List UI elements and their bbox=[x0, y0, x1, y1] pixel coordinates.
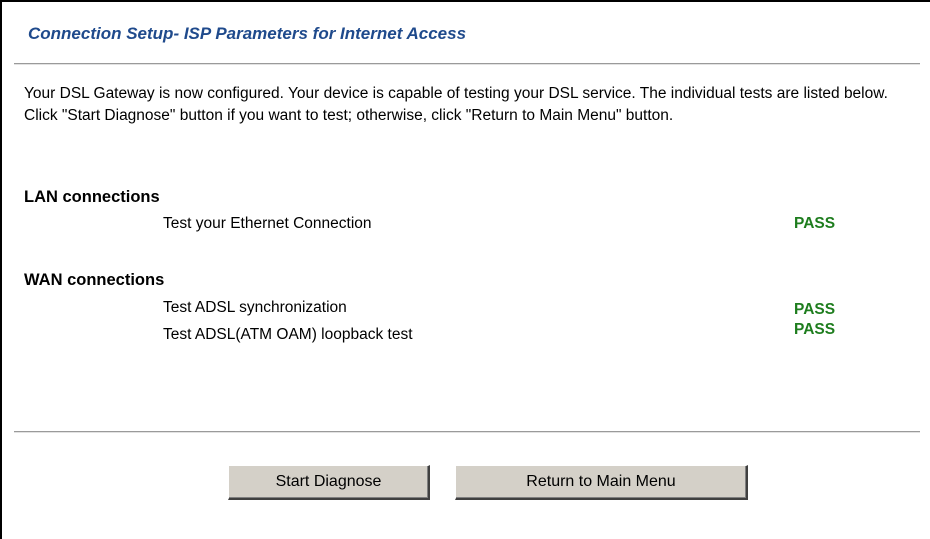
return-to-main-menu-button[interactable]: Return to Main Menu bbox=[455, 465, 748, 500]
wan-test-loopback-result: PASS bbox=[794, 321, 836, 338]
window-top-border bbox=[0, 0, 930, 2]
title-divider bbox=[14, 63, 920, 65]
wan-connections-heading: WAN connections bbox=[24, 271, 165, 289]
intro-text: Your DSL Gateway is now configured. Your… bbox=[24, 85, 888, 124]
lan-test-ethernet-result: PASS bbox=[794, 215, 836, 232]
page-title: Connection Setup- ISP Parameters for Int… bbox=[28, 24, 467, 43]
footer-divider bbox=[14, 431, 920, 433]
start-diagnose-button[interactable]: Start Diagnose bbox=[228, 465, 430, 500]
lan-connections-heading: LAN connections bbox=[24, 188, 160, 206]
window-left-border bbox=[0, 0, 2, 539]
wan-test-loopback-label: Test ADSL(ATM OAM) loopback test bbox=[163, 326, 413, 343]
wan-test-adsl-sync-label: Test ADSL synchronization bbox=[163, 299, 347, 316]
lan-test-ethernet-label: Test your Ethernet Connection bbox=[163, 215, 372, 232]
wan-test-adsl-sync-result: PASS bbox=[794, 301, 836, 318]
